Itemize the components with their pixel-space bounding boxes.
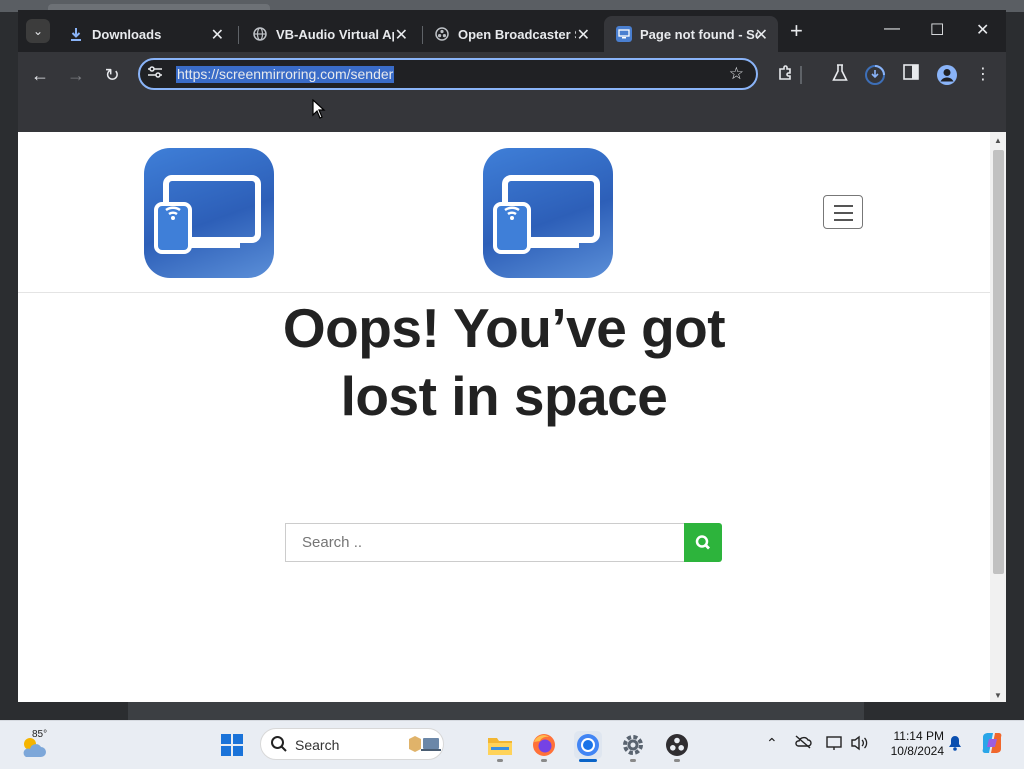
app-running-indicator (674, 759, 680, 762)
scrollbar-thumb[interactable] (993, 150, 1004, 574)
site-settings-icon[interactable] (148, 66, 162, 81)
search-icon (271, 736, 287, 752)
tab-strip: ⌄ Downloads ✕ VB-Audio Virtual Ap ✕ Open… (18, 10, 1006, 52)
app-running-indicator (541, 759, 547, 762)
network-offline-icon[interactable] (794, 735, 812, 752)
search-highlight-icon (409, 736, 441, 752)
extensions-icon[interactable] (775, 64, 797, 86)
tab-page-not-found[interactable]: Page not found - So ✕ (604, 16, 778, 52)
url-text[interactable]: https://screenmirroring.com/sender (176, 66, 395, 83)
desktop-background (0, 702, 1024, 720)
tab-title: Downloads (92, 26, 162, 42)
address-bar[interactable]: https://screenmirroring.com/sender ☆ (138, 58, 758, 90)
firefox-icon[interactable] (530, 731, 558, 759)
weather-widget[interactable]: 85° (18, 729, 58, 761)
notification-bell-icon[interactable] (948, 735, 962, 754)
file-explorer-icon[interactable] (486, 731, 514, 759)
tab-title: VB-Audio Virtual Ap (276, 26, 394, 42)
labs-flask-icon[interactable] (829, 64, 851, 86)
tab-obs[interactable]: Open Broadcaster So ✕ (422, 16, 600, 52)
profile-avatar-icon[interactable] (936, 64, 958, 86)
page-scrollbar[interactable]: ▲ ▼ (990, 132, 1006, 702)
forward-arrow-icon[interactable]: → (65, 64, 87, 86)
tab-title: Page not found - So (640, 26, 758, 42)
taskbar-search-label: Search (295, 737, 340, 753)
page-title: Oops! You’ve got lost in space (282, 297, 726, 427)
app-running-indicator (630, 759, 636, 762)
site-logo-icon[interactable] (483, 148, 613, 278)
reload-icon[interactable]: ↻ (101, 64, 123, 86)
download-icon (68, 26, 84, 42)
close-tab-icon[interactable]: ✕ (395, 25, 408, 45)
obs-icon (434, 26, 450, 42)
display-icon[interactable] (826, 735, 844, 754)
taskbar-search-box[interactable]: Search (260, 728, 444, 760)
desktop-background (0, 12, 18, 720)
scroll-down-icon[interactable]: ▼ (994, 691, 1002, 700)
scroll-up-icon[interactable]: ▲ (994, 136, 1002, 145)
desktop-background (1006, 12, 1024, 720)
hamburger-menu-button[interactable] (823, 195, 863, 229)
maximize-icon[interactable]: ☐ (930, 20, 944, 40)
page-content: Oops! You’ve got lost in space (18, 132, 990, 702)
header-divider (18, 292, 990, 293)
search-field[interactable] (285, 523, 685, 562)
bookmarks-bar (18, 98, 1006, 132)
obs-icon[interactable] (663, 731, 691, 759)
clock-date: 10/8/2024 (890, 744, 944, 758)
start-icon[interactable] (218, 731, 246, 759)
chrome-icon[interactable] (574, 731, 602, 759)
back-arrow-icon[interactable]: ← (29, 64, 51, 86)
copilot-icon[interactable] (980, 731, 1004, 758)
minimize-icon[interactable]: — (884, 20, 900, 38)
mouse-cursor-icon (312, 99, 326, 119)
downloads-progress-icon[interactable] (864, 64, 886, 86)
close-window-icon[interactable]: ✕ (976, 20, 989, 40)
background-window (128, 702, 864, 720)
tab-separator (238, 26, 239, 44)
toolbar-separator (800, 66, 802, 84)
volume-icon[interactable] (850, 735, 870, 754)
search-input[interactable] (300, 524, 684, 561)
tray-overflow-chevron-icon[interactable]: ⌃ (766, 735, 778, 752)
tab-vb-audio[interactable]: VB-Audio Virtual Ap ✕ (240, 16, 418, 52)
monitor-icon (616, 26, 632, 42)
taskbar-clock[interactable]: 11:14 PM 10/8/2024 (880, 729, 944, 759)
windows-taskbar: 85° Search ⌃ 11:14 PM 10/8/2024 (0, 720, 1024, 769)
more-menu-icon[interactable]: ⋮ (972, 64, 994, 86)
app-running-indicator (497, 759, 503, 762)
clock-time: 11:14 PM (893, 729, 944, 743)
new-tab-button[interactable]: + (790, 20, 803, 42)
site-logo-icon[interactable] (144, 148, 274, 278)
browser-toolbar: ← → ↻ https://screenmirroring.com/sender… (18, 52, 1006, 98)
app-active-indicator (579, 759, 597, 762)
close-tab-icon[interactable]: ✕ (577, 25, 590, 45)
weather-temperature: 85° (32, 729, 48, 740)
bookmark-star-icon[interactable]: ☆ (729, 64, 744, 84)
side-panel-icon[interactable] (900, 64, 922, 86)
browser-window: ⌄ Downloads ✕ VB-Audio Virtual Ap ✕ Open… (18, 10, 1006, 702)
tab-downloads[interactable]: Downloads ✕ (56, 16, 234, 52)
tab-title: Open Broadcaster So (458, 26, 576, 42)
tab-search-button[interactable]: ⌄ (26, 19, 50, 43)
close-tab-icon[interactable]: ✕ (211, 25, 224, 45)
settings-icon[interactable] (619, 731, 647, 759)
close-tab-icon[interactable]: ✕ (755, 25, 768, 45)
search-button[interactable] (684, 523, 722, 562)
globe-icon (252, 26, 268, 42)
